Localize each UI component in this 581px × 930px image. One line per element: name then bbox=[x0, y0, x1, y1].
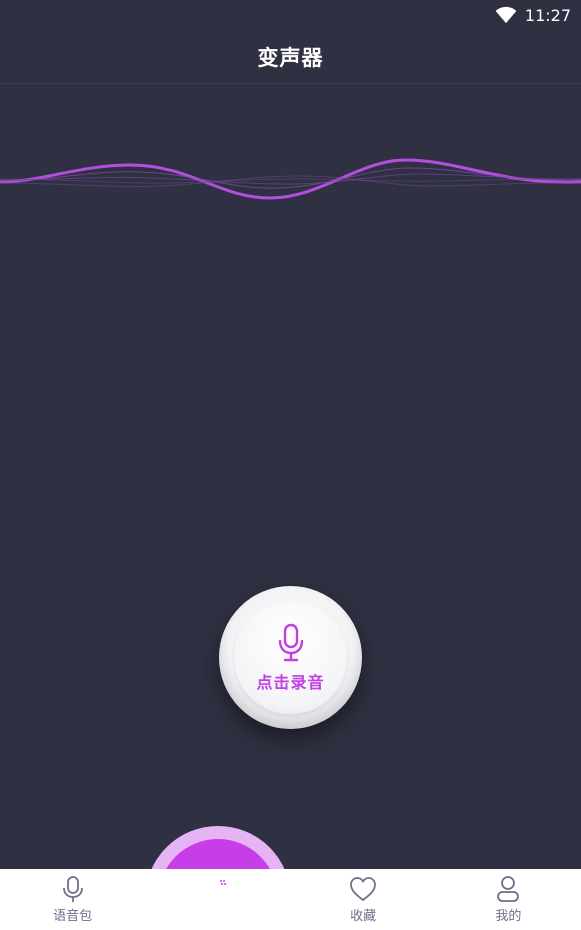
status-time: 11:27 bbox=[524, 5, 571, 25]
karaoke-mic-icon bbox=[207, 877, 229, 901]
heart-icon bbox=[350, 877, 377, 902]
status-bar: 11:27 bbox=[0, 0, 581, 30]
sound-wave bbox=[0, 158, 581, 200]
record-button[interactable]: 点击录音 bbox=[219, 586, 362, 729]
record-button-face[interactable]: 点击录音 bbox=[234, 601, 347, 714]
bottom-tab-bar: 语音包 变声器 收藏 我的 bbox=[0, 869, 581, 930]
user-icon bbox=[497, 876, 520, 902]
tab-favorites[interactable]: 收藏 bbox=[291, 869, 436, 930]
record-button-label: 点击录音 bbox=[256, 672, 325, 692]
tab-label: 我的 bbox=[495, 909, 522, 924]
wifi-icon bbox=[495, 6, 517, 24]
microphone-icon bbox=[62, 876, 83, 902]
tab-label: 变声器 bbox=[198, 909, 238, 924]
tab-voice-changer[interactable]: 变声器 bbox=[145, 869, 290, 930]
microphone-icon bbox=[278, 623, 303, 661]
header: 变声器 bbox=[0, 30, 581, 84]
tab-profile[interactable]: 我的 bbox=[436, 869, 581, 930]
page-title: 变声器 bbox=[257, 45, 324, 70]
tab-voice-pack[interactable]: 语音包 bbox=[0, 869, 145, 930]
tab-label: 语音包 bbox=[53, 909, 93, 924]
tab-label: 收藏 bbox=[350, 909, 377, 924]
